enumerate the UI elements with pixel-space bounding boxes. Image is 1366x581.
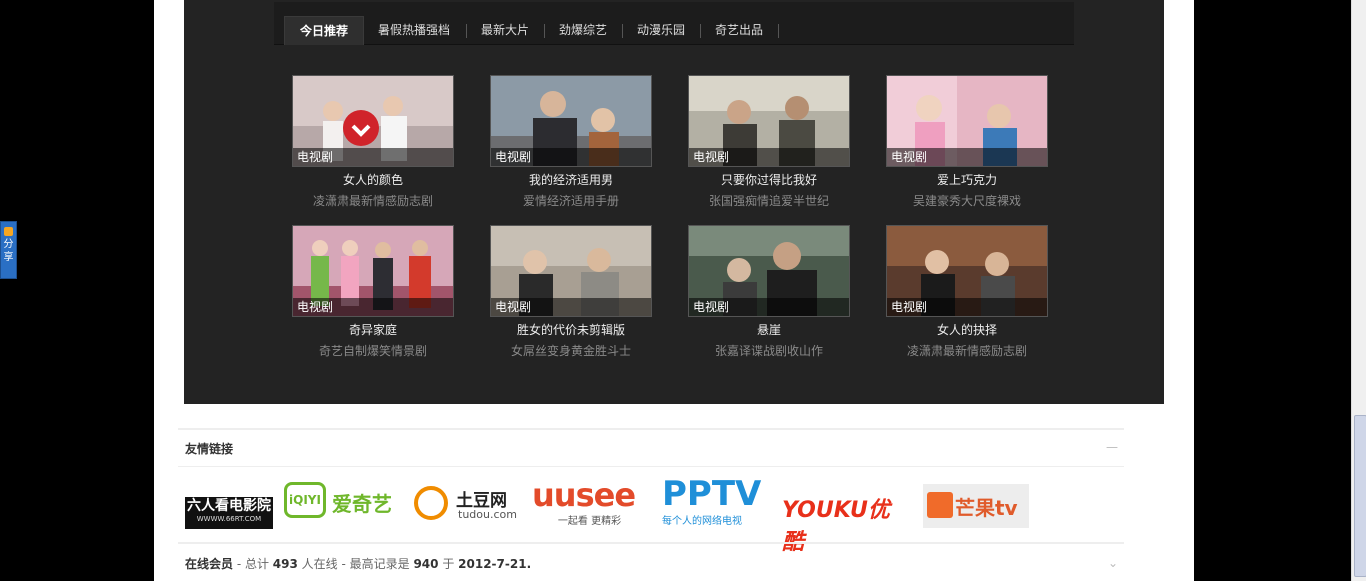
video-thumbnail[interactable]: 电视剧 — [292, 225, 454, 317]
video-title[interactable]: 我的经济适用男 — [490, 171, 652, 188]
video-thumbnail[interactable]: 电视剧 — [688, 225, 850, 317]
video-subtitle: 张嘉译谍战剧收山作 — [714, 344, 823, 358]
category-label: 电视剧 — [887, 148, 1047, 166]
category-label: 电视剧 — [887, 298, 1047, 316]
video-title[interactable]: 女人的颜色 — [292, 171, 454, 188]
video-subtitle: 凌潇肃最新情感励志剧 — [312, 194, 433, 208]
tab-separator — [622, 24, 623, 38]
video-thumbnail[interactable]: 电视剧 — [688, 75, 850, 167]
scrollbar[interactable] — [1351, 0, 1366, 581]
logo-youku[interactable]: YOUKU优酷 — [782, 492, 910, 555]
tab-originals[interactable]: 奇艺出品 — [706, 16, 772, 44]
video-thumbnail[interactable]: 电视剧 — [490, 75, 652, 167]
share-icon — [4, 227, 13, 236]
chevron-down-icon[interactable]: ⌄ — [1108, 556, 1118, 570]
video-subtitle: 凌潇肃最新情感励志剧 — [906, 344, 1027, 358]
video-subtitle: 女屌丝变身黄金胜斗士 — [510, 344, 631, 358]
logo-iqiyi[interactable]: iQIYI 爱奇艺 — [284, 480, 400, 522]
video-title[interactable]: 女人的抉择 — [886, 321, 1048, 338]
tab-separator — [544, 24, 545, 38]
tab-today[interactable]: 今日推荐 — [284, 16, 364, 45]
tab-anime[interactable]: 动漫乐园 — [628, 16, 694, 44]
tab-movies[interactable]: 最新大片 — [472, 16, 538, 44]
tab-bar: 今日推荐 暑假热播强档 最新大片 劲爆综艺 动漫乐园 奇艺出品 — [274, 2, 1074, 45]
video-title[interactable]: 只要你过得比我好 — [688, 171, 850, 188]
video-thumbnail[interactable]: 电视剧 — [490, 225, 652, 317]
scrollbar-thumb[interactable] — [1354, 415, 1366, 577]
logo-pptv[interactable]: PPTV 每个人的网络电视 — [662, 476, 762, 527]
video-subtitle: 张国强痴情追爱半世纪 — [708, 194, 829, 208]
online-max: 940 — [413, 557, 439, 571]
online-label: 在线会员 — [185, 557, 234, 571]
category-label: 电视剧 — [689, 148, 849, 166]
video-thumbnail[interactable]: 电视剧 — [292, 75, 454, 167]
video-thumbnail[interactable]: 电视剧 — [886, 225, 1048, 317]
online-date: 2012-7-21. — [458, 557, 532, 571]
logo-mango-tv[interactable]: 芒果tv — [923, 484, 1029, 528]
tudou-icon — [414, 486, 448, 520]
tab-summer[interactable]: 暑假热播强档 — [368, 16, 460, 44]
tab-separator — [778, 24, 779, 38]
online-members: 在线会员 - 总计 493 人在线 - 最高记录是 940 于 2012-7-2… — [178, 542, 1124, 580]
share-button[interactable]: 分享 — [0, 221, 17, 279]
video-title[interactable]: 胜女的代价未剪辑版 — [490, 321, 652, 338]
video-thumbnail[interactable]: 电视剧 — [886, 75, 1048, 167]
category-label: 电视剧 — [689, 298, 849, 316]
video-title[interactable]: 悬崖 — [688, 321, 850, 338]
tab-separator — [466, 24, 467, 38]
video-title[interactable]: 爱上巧克力 — [886, 171, 1048, 188]
page: 今日推荐 暑假热播强档 最新大片 劲爆综艺 动漫乐园 奇艺出品 电视剧 女人的颜… — [154, 0, 1194, 581]
category-label: 电视剧 — [293, 298, 453, 316]
friend-links-title: 友情链接 — [185, 442, 234, 456]
recommend-panel: 今日推荐 暑假热播强档 最新大片 劲爆综艺 动漫乐园 奇艺出品 电视剧 女人的颜… — [184, 0, 1164, 404]
online-stats: 在线会员 - 总计 493 人在线 - 最高记录是 940 于 2012-7-2… — [185, 557, 532, 571]
video-title[interactable]: 奇异家庭 — [292, 321, 454, 338]
friend-links-header: 友情链接 — — [178, 428, 1124, 467]
tab-separator — [700, 24, 701, 38]
logo-uusee[interactable]: uusee 一起看 更精彩 — [532, 478, 647, 527]
category-label: 电视剧 — [491, 148, 651, 166]
mango-icon — [927, 492, 953, 518]
logo-66rt[interactable]: 六人看电影院 WWWW.66RT.COM — [185, 497, 273, 529]
video-subtitle: 奇艺自制爆笑情景剧 — [318, 344, 427, 358]
video-subtitle: 爱情经济适用手册 — [522, 194, 619, 208]
video-subtitle: 吴建豪秀大尺度裸戏 — [912, 194, 1021, 208]
collapse-icon[interactable]: — — [1106, 440, 1118, 454]
tab-variety[interactable]: 劲爆综艺 — [550, 16, 616, 44]
online-total: 493 — [272, 557, 298, 571]
category-label: 电视剧 — [293, 148, 453, 166]
logo-tudou[interactable]: 土豆网 tudou.com — [414, 484, 518, 524]
category-label: 电视剧 — [491, 298, 651, 316]
